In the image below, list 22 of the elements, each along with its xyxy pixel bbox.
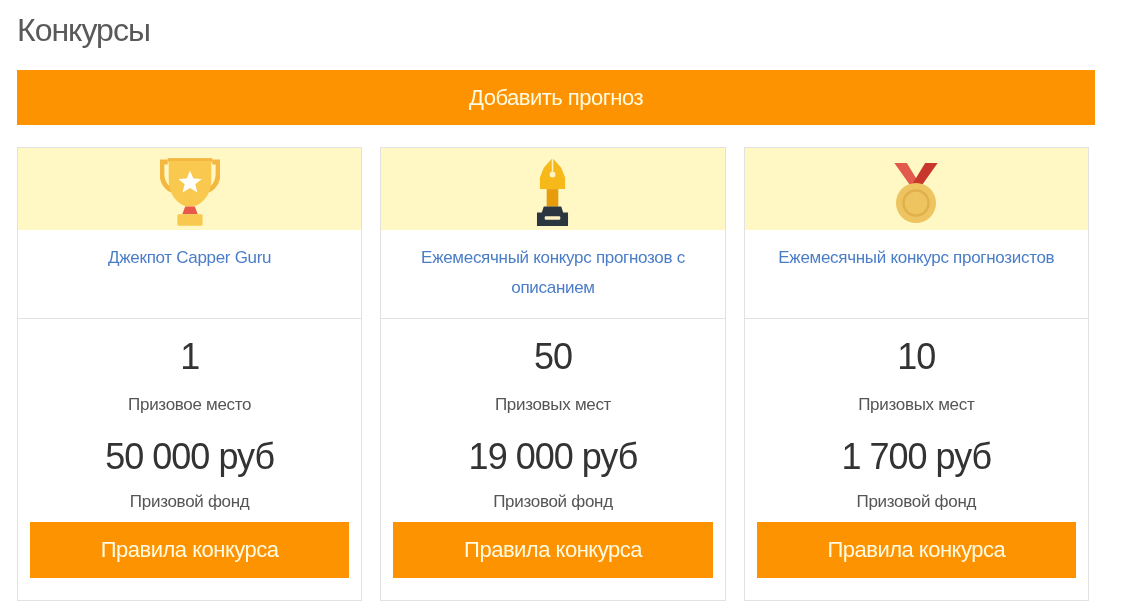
prize-fund-amount: 1 700 руб: [841, 435, 992, 479]
contest-rules-button[interactable]: Правила конкурса: [30, 522, 350, 578]
prize-places-label: Призовых мест: [494, 394, 612, 416]
prize-fund-amount: 19 000 руб: [468, 435, 638, 479]
trophy-icon: [159, 158, 220, 226]
page-title: Конкурсы: [17, 11, 150, 50]
contest-title-link[interactable]: Ежемесячный конкурс прогнозистов: [778, 243, 1055, 273]
prize-places-count: 50: [533, 335, 572, 379]
prize-fund-amount: 50 000 руб: [105, 435, 275, 479]
prize-fund-label: Призовой фонд: [493, 491, 613, 513]
prize-places-label: Призовое место: [128, 394, 252, 416]
prize-places-label: Призовых мест: [858, 394, 975, 416]
add-forecast-button[interactable]: Добавить прогноз: [17, 70, 1095, 125]
contest-rules-button[interactable]: Правила конкурса: [393, 522, 713, 578]
prize-fund-label: Призовой фонд: [856, 491, 977, 513]
contest-title-link[interactable]: Ежемесячный конкурс прогнозов с описанием: [413, 243, 693, 303]
contest-rules-button[interactable]: Правила конкурса: [756, 522, 1076, 578]
prize-fund-label: Призовой фонд: [129, 491, 250, 513]
prize-places-count: 1: [180, 335, 200, 379]
contest-title-link[interactable]: Джекпот Capper Guru: [108, 243, 272, 273]
prize-places-count: 10: [897, 335, 936, 379]
pen-nib-icon: [536, 158, 570, 226]
